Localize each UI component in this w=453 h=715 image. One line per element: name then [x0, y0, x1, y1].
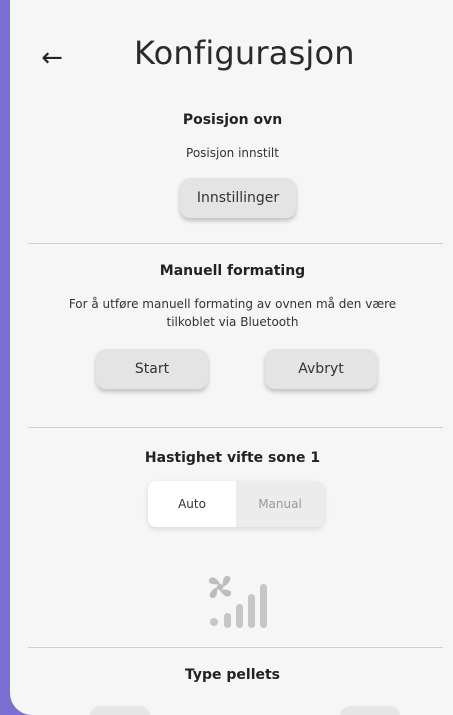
position-status: Posisjon innstilt [186, 146, 279, 160]
fan-mode-manual[interactable]: Manual [236, 481, 324, 527]
app-bar: ← Konfigurasjon [10, 0, 453, 110]
manual-format-description-1: For å utføre manuell formating av ovnen … [68, 297, 397, 311]
cancel-button[interactable]: Avbryt [265, 349, 377, 389]
fan-speed-title: Hastighet vifte sone 1 [144, 450, 321, 466]
fan-mode-auto[interactable]: Auto [148, 481, 236, 527]
start-button[interactable]: Start [96, 349, 208, 389]
position-section-title: Posisjon ovn [182, 112, 283, 128]
pellet-option-peek[interactable] [90, 706, 150, 715]
pellet-option-peek[interactable] [340, 706, 400, 715]
pellet-type-title: Type pellets [184, 667, 281, 683]
fan-speed-icon [198, 568, 278, 632]
settings-button[interactable]: Innstillinger [180, 178, 296, 218]
manual-format-description-2: tilkoblet via Bluetooth [166, 315, 299, 329]
divider [28, 647, 443, 648]
divider [28, 427, 443, 428]
divider [28, 243, 443, 244]
back-arrow-icon[interactable]: ← [32, 40, 72, 76]
config-screen: ← Konfigurasjon Posisjon ovn Posisjon in… [10, 0, 453, 715]
manual-format-title: Manuell formating [159, 263, 306, 279]
fan-mode-toggle: Auto Manual [148, 481, 324, 527]
page-title: Konfigurasjon [134, 34, 355, 72]
